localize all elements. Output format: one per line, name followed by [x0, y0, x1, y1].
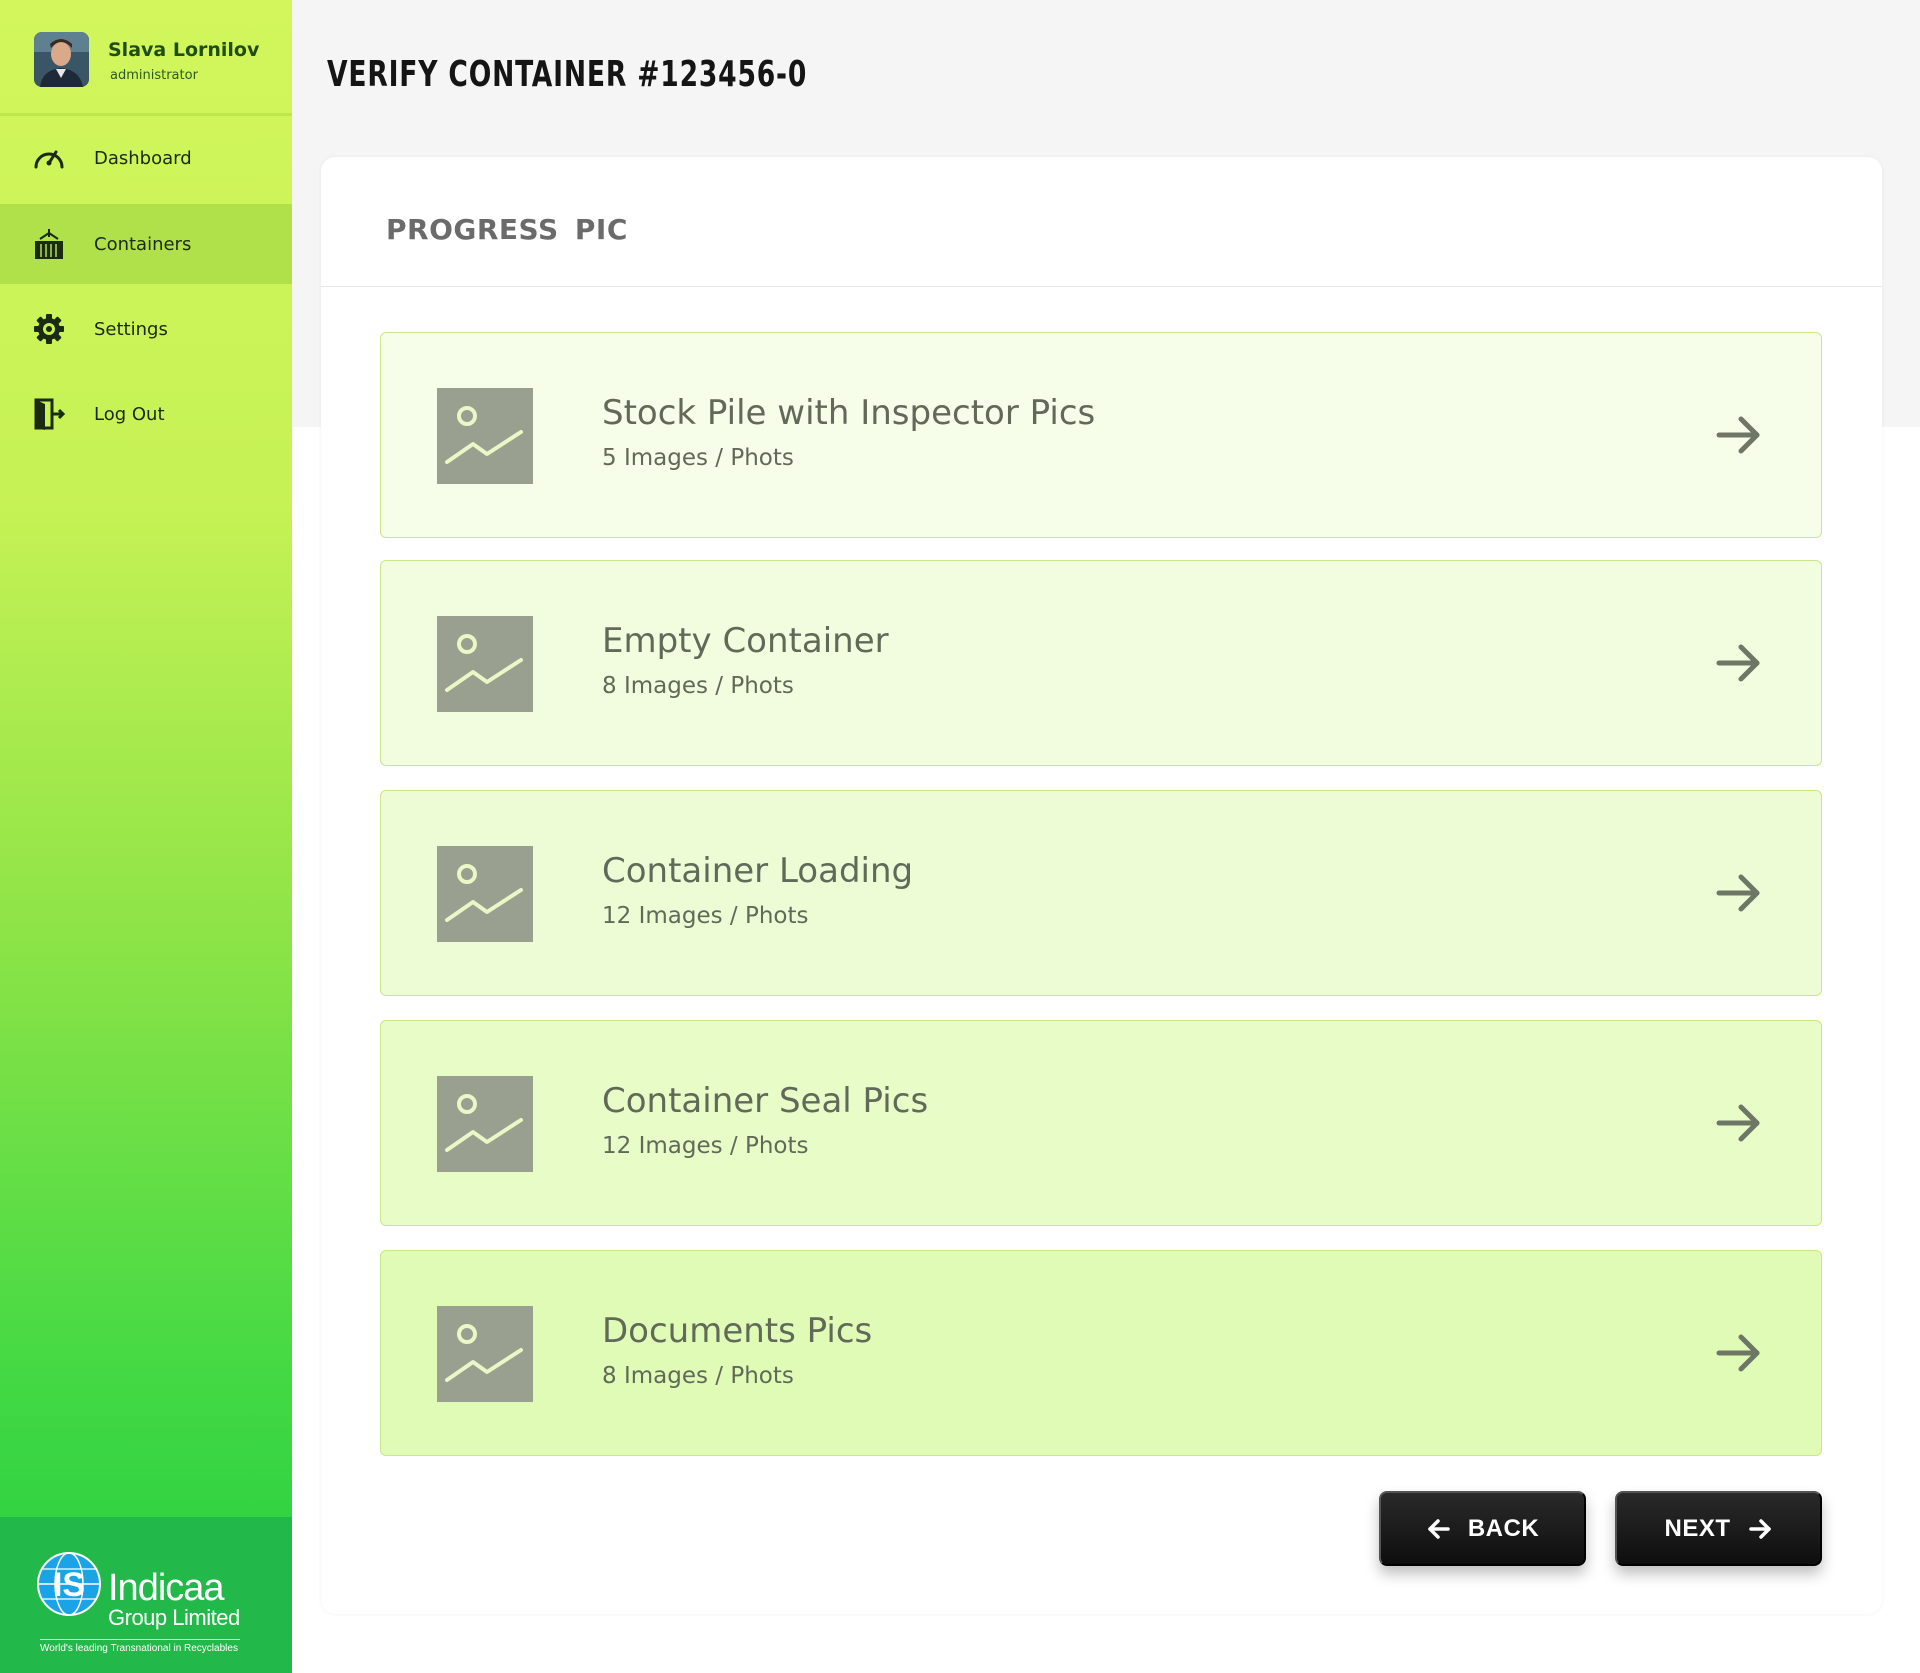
- next-button[interactable]: NEXT: [1615, 1491, 1822, 1566]
- arrow-right-icon[interactable]: [1715, 869, 1763, 917]
- back-button-label: BACK: [1467, 1514, 1540, 1542]
- photo-category-row[interactable]: Documents Pics 8 Images / Phots: [380, 1250, 1822, 1456]
- photo-category-row[interactable]: Empty Container 8 Images / Phots: [380, 560, 1822, 766]
- category-count: 8 Images / Phots: [602, 1363, 794, 1389]
- sidebar-item-label: Containers: [94, 233, 192, 255]
- sidebar-item-logout[interactable]: Log Out: [0, 374, 292, 454]
- globe-logo-icon: IS: [37, 1552, 101, 1616]
- gear-icon: [34, 314, 64, 344]
- arrow-left-icon: [1428, 1518, 1450, 1539]
- user-profile: Slava Lornilov administrator: [0, 0, 292, 116]
- user-role: administrator: [110, 68, 198, 83]
- arrow-right-icon[interactable]: [1715, 1099, 1763, 1147]
- user-name: Slava Lornilov: [108, 39, 260, 61]
- brand-name: Indicaa: [108, 1567, 225, 1609]
- photo-category-row[interactable]: Container Seal Pics 12 Images / Phots: [380, 1020, 1822, 1226]
- photo-category-row[interactable]: Stock Pile with Inspector Pics 5 Images /…: [380, 332, 1822, 538]
- image-placeholder-icon: [437, 846, 533, 942]
- logout-icon: [34, 398, 66, 430]
- container-icon: [35, 229, 63, 259]
- sidebar-item-settings[interactable]: Settings: [0, 289, 292, 369]
- next-button-label: NEXT: [1664, 1514, 1731, 1542]
- category-title: Empty Container: [602, 621, 889, 661]
- speedometer-icon: [34, 150, 64, 169]
- card-header: PROGRESS PIC: [321, 157, 1882, 287]
- image-placeholder-icon: [437, 388, 533, 484]
- avatar-image: [34, 32, 89, 87]
- svg-text:IS: IS: [53, 1566, 85, 1604]
- category-count: 12 Images / Phots: [602, 1133, 809, 1159]
- image-placeholder-icon: [437, 1306, 533, 1402]
- brand-tagline: World's leading Transnational in Recycla…: [40, 1639, 240, 1654]
- brand-sub: Group Limited: [108, 1605, 240, 1630]
- section-title: PROGRESS PIC: [386, 213, 628, 246]
- category-title: Container Seal Pics: [602, 1081, 929, 1121]
- arrow-right-icon[interactable]: [1715, 1329, 1763, 1377]
- arrow-right-icon: [1748, 1518, 1771, 1539]
- category-count: 8 Images / Phots: [602, 673, 794, 699]
- back-button[interactable]: BACK: [1379, 1491, 1586, 1566]
- category-count: 12 Images / Phots: [602, 903, 809, 929]
- arrow-right-icon[interactable]: [1715, 411, 1763, 459]
- image-placeholder-icon: [437, 616, 533, 712]
- sidebar-item-dashboard[interactable]: Dashboard: [0, 118, 292, 198]
- category-title: Documents Pics: [602, 1311, 873, 1351]
- sidebar-item-label: Settings: [94, 318, 168, 340]
- category-count: 5 Images / Phots: [602, 445, 794, 471]
- image-placeholder-icon: [437, 1076, 533, 1172]
- photo-category-row[interactable]: Container Loading 12 Images / Phots: [380, 790, 1822, 996]
- brand-logo: IS Indicaa Group Limited World's leading…: [0, 1517, 292, 1673]
- sidebar-item-containers[interactable]: Containers: [0, 204, 292, 284]
- sidebar: Slava Lornilov administrator Dashboard C…: [0, 0, 292, 1673]
- sidebar-item-label: Log Out: [94, 403, 165, 425]
- category-title: Container Loading: [602, 851, 914, 891]
- category-title: Stock Pile with Inspector Pics: [602, 393, 1096, 433]
- avatar[interactable]: [34, 32, 89, 87]
- arrow-right-icon[interactable]: [1715, 639, 1763, 687]
- sidebar-item-label: Dashboard: [94, 147, 192, 169]
- page-title: VERIFY CONTAINER #123456-0: [327, 54, 808, 95]
